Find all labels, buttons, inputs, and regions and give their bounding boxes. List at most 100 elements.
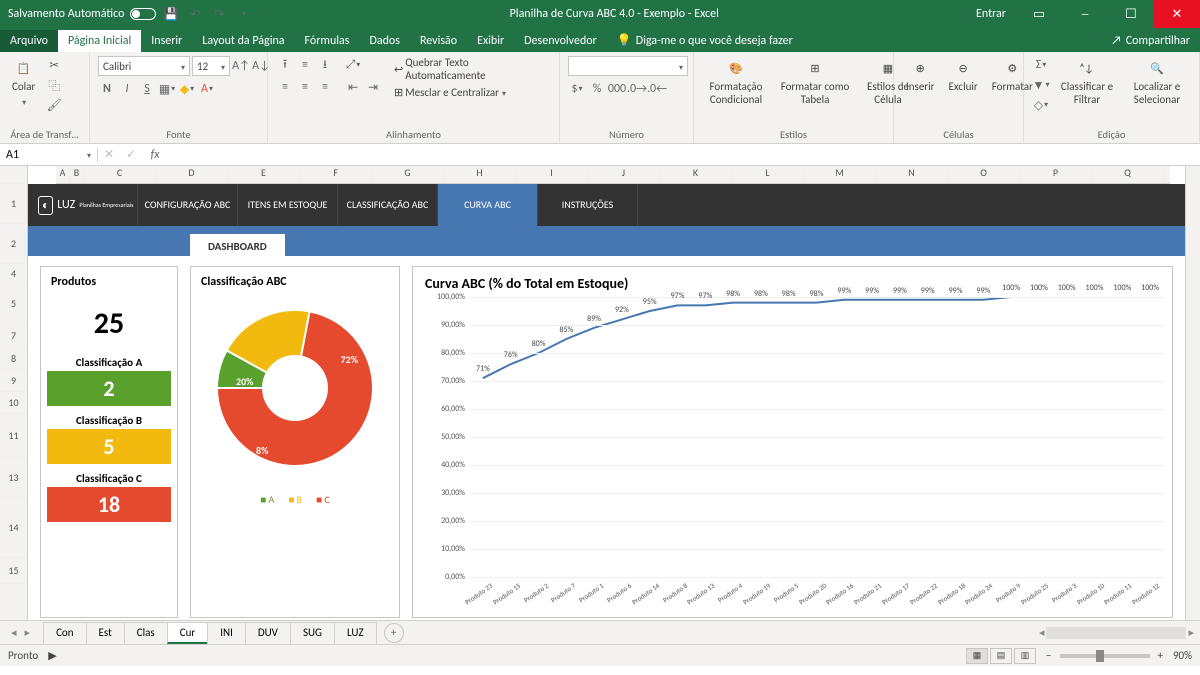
orientation-icon[interactable]: ⤢ — [344, 56, 362, 74]
align-bottom-icon[interactable]: ⭳ — [316, 56, 334, 74]
paste-button[interactable]: 📋 Colar — [8, 56, 39, 110]
view-normal-icon[interactable]: ▦ — [966, 648, 988, 664]
merge-center-button[interactable]: ⊞ Mesclar e Centralizar — [394, 86, 551, 99]
grow-font-icon[interactable]: A↑ — [232, 57, 250, 75]
tab-developer[interactable]: Desenvolvedor — [514, 30, 607, 52]
hscroll-right-icon[interactable]: ▸ — [1188, 626, 1194, 639]
sheet-nav-last-icon[interactable]: ▸ — [22, 626, 34, 639]
class-a-label: Classificação A — [47, 356, 171, 369]
clear-icon[interactable]: ◇ — [1032, 96, 1050, 114]
indent-increase-icon[interactable]: ⇥ — [364, 78, 382, 96]
fill-icon[interactable]: ▼ — [1032, 76, 1050, 94]
font-size-select[interactable]: 12 — [192, 56, 230, 76]
align-center-icon[interactable]: ≡ — [296, 78, 314, 96]
share-button[interactable]: ↗ Compartilhar — [1101, 30, 1200, 52]
clipboard-icon: 📋 — [14, 58, 34, 78]
comma-icon[interactable]: 000 — [608, 80, 626, 98]
decrease-decimal-icon[interactable]: .0← — [648, 80, 666, 98]
minimize-icon[interactable]: ─ — [1062, 0, 1108, 28]
view-pagebreak-icon[interactable]: ▥ — [1014, 648, 1036, 664]
redo-icon[interactable]: ↷ — [210, 5, 228, 23]
macro-record-icon[interactable]: ▶ — [48, 649, 56, 662]
save-icon[interactable]: 💾 — [162, 5, 180, 23]
sheet-tab-Clas[interactable]: Clas — [124, 622, 168, 644]
sheet-tab-SUG[interactable]: SUG — [290, 622, 335, 644]
tab-view[interactable]: Exibir — [467, 30, 514, 52]
qat-customize-icon[interactable] — [234, 5, 252, 23]
fill-color-icon[interactable]: ◆ — [178, 80, 196, 98]
dash-tab-3[interactable]: CURVA ABC — [438, 184, 538, 226]
dash-tab-2[interactable]: CLASSIFICAÇÃO ABC — [338, 184, 438, 226]
tab-formulas[interactable]: Fórmulas — [295, 30, 360, 52]
zoom-in-icon[interactable]: + — [1158, 649, 1163, 662]
tab-insert[interactable]: Inserir — [141, 30, 192, 52]
sheet-nav-first-icon[interactable]: ◂ — [8, 626, 20, 639]
formula-bar[interactable] — [168, 148, 1200, 162]
underline-icon[interactable]: S — [138, 80, 156, 98]
align-right-icon[interactable]: ≡ — [316, 78, 334, 96]
tab-layout[interactable]: Layout da Página — [192, 30, 294, 52]
autosum-icon[interactable]: Σ — [1032, 56, 1050, 74]
insert-cells-button[interactable]: ⊕Inserir — [902, 56, 939, 95]
tab-data[interactable]: Dados — [359, 30, 409, 52]
tab-file[interactable]: Arquivo — [0, 30, 58, 52]
column-headers[interactable]: ABCDEFGHIJKLMNOPQ — [56, 166, 1170, 184]
tell-me[interactable]: 💡 Diga-me o que você deseja fazer — [607, 29, 803, 52]
fx-icon[interactable]: fx — [142, 148, 168, 162]
sheet-tab-Est[interactable]: Est — [86, 622, 125, 644]
border-icon[interactable]: ▦ — [158, 80, 176, 98]
conditional-format-button[interactable]: 🎨Formatação Condicional — [702, 56, 770, 108]
dash-tab-4[interactable]: INSTRUÇÕES — [538, 184, 638, 226]
name-box[interactable]: A1 — [0, 148, 98, 162]
sheet-tab-Cur[interactable]: Cur — [167, 622, 208, 644]
increase-decimal-icon[interactable]: .0→ — [628, 80, 646, 98]
row-headers[interactable]: 12457891011131415 — [0, 166, 28, 620]
tab-home[interactable]: Página Inicial — [58, 30, 141, 52]
accounting-icon[interactable]: $ — [568, 80, 586, 98]
dash-tab-1[interactable]: ITENS EM ESTOQUE — [238, 184, 338, 226]
font-select[interactable]: Calibri — [98, 56, 190, 76]
sheet-tab-LUZ[interactable]: LUZ — [334, 622, 377, 644]
indent-decrease-icon[interactable]: ⇤ — [344, 78, 362, 96]
view-layout-icon[interactable]: ▤ — [990, 648, 1012, 664]
autosave-label: Salvamento Automático — [8, 7, 124, 21]
italic-icon[interactable]: I — [118, 80, 136, 98]
close-icon[interactable]: ✕ — [1154, 0, 1200, 28]
find-select-button[interactable]: 🔍Localizar e Selecionar — [1124, 56, 1190, 108]
percent-icon[interactable]: % — [588, 80, 606, 98]
align-middle-icon[interactable]: ≡ — [296, 56, 314, 74]
cancel-formula-icon[interactable]: ✕ — [98, 147, 120, 162]
align-top-icon[interactable]: ⭱ — [276, 56, 294, 74]
zoom-out-icon[interactable]: − — [1046, 649, 1051, 662]
cut-icon[interactable]: ✂ — [45, 56, 63, 74]
vertical-scrollbar[interactable] — [1185, 166, 1200, 620]
dash-tab-0[interactable]: CONFIGURAÇÃO ABC — [138, 184, 238, 226]
format-painter-icon[interactable]: 🖌 — [45, 96, 63, 114]
format-table-button[interactable]: ⊞Formatar como Tabela — [776, 56, 854, 108]
new-sheet-button[interactable]: + — [384, 623, 404, 643]
sort-filter-button[interactable]: ᴬ↓Classificar e Filtrar — [1056, 56, 1118, 108]
tab-review[interactable]: Revisão — [410, 30, 467, 52]
font-color-icon[interactable]: A — [198, 80, 216, 98]
donut-panel: Classificação ABC 20% 8% 72% A B C — [190, 266, 400, 618]
number-format-select[interactable] — [568, 56, 688, 76]
maximize-icon[interactable]: ☐ — [1108, 0, 1154, 28]
class-c-value: 18 — [47, 487, 171, 522]
horizontal-scrollbar[interactable] — [1046, 627, 1186, 639]
dashboard-tab[interactable]: DASHBOARD — [190, 234, 285, 259]
copy-icon[interactable]: ⿻ — [45, 76, 63, 94]
bold-icon[interactable]: N — [98, 80, 116, 98]
align-left-icon[interactable]: ≡ — [276, 78, 294, 96]
login-link[interactable]: Entrar — [976, 7, 1006, 21]
sheet-tab-INI[interactable]: INI — [207, 622, 246, 644]
zoom-slider[interactable] — [1060, 654, 1150, 658]
hscroll-left-icon[interactable]: ◂ — [1039, 626, 1045, 639]
autosave-toggle[interactable] — [130, 8, 156, 20]
ribbon-display-icon[interactable]: ▭ — [1016, 0, 1062, 28]
wrap-text-button[interactable]: ↩ Quebrar Texto Automaticamente — [394, 56, 551, 82]
sheet-tab-Con[interactable]: Con — [43, 622, 86, 644]
enter-formula-icon[interactable]: ✓ — [120, 147, 142, 162]
delete-cells-button[interactable]: ⊖Excluir — [945, 56, 982, 95]
sheet-tab-DUV[interactable]: DUV — [245, 622, 291, 644]
undo-icon[interactable]: ↶ — [186, 5, 204, 23]
